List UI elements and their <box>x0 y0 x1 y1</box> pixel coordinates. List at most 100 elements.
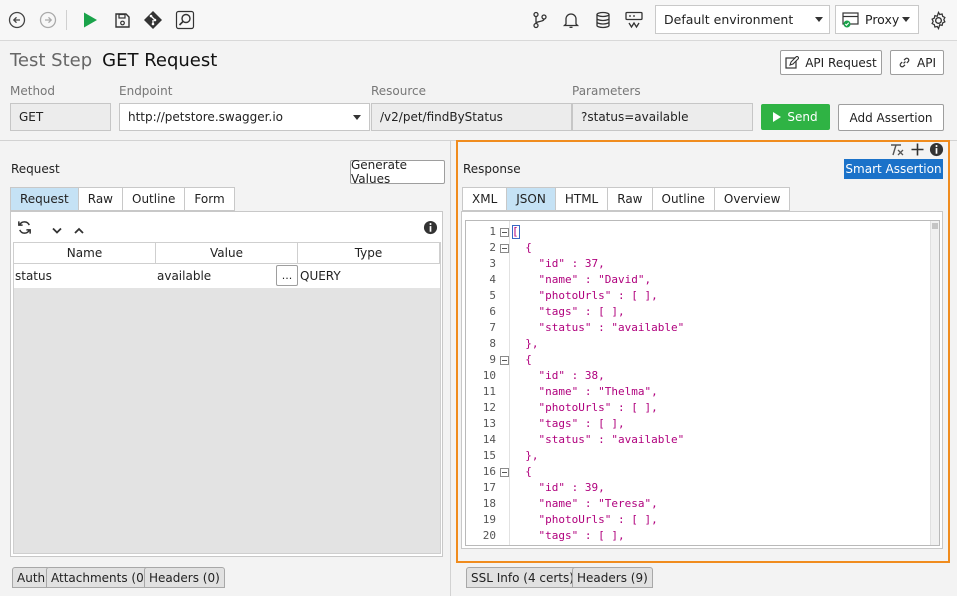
link-icon <box>898 56 911 69</box>
tab-outline[interactable]: Outline <box>651 187 714 211</box>
line-number: 14 <box>482 433 496 446</box>
smart-assertion-button[interactable]: Smart Assertion <box>844 159 943 179</box>
code-line: { <box>512 353 532 366</box>
add-assertion-button[interactable]: Add Assertion <box>838 104 944 131</box>
save-icon[interactable] <box>110 8 134 32</box>
column-header-name[interactable]: Name <box>14 243 156 264</box>
environment-select[interactable]: Default environment <box>655 5 830 34</box>
tab-auth[interactable]: Auth <box>12 567 51 588</box>
code-line: "name" : "David", <box>512 273 652 286</box>
tab-request-headers[interactable]: Headers (0) <box>144 567 225 588</box>
tab-request[interactable]: Request <box>10 187 78 211</box>
code-line: "tags" : [ ], <box>512 529 625 542</box>
vertical-scrollbar[interactable] <box>930 221 939 545</box>
method-field[interactable]: GET <box>10 103 111 131</box>
method-value: GET <box>19 110 44 124</box>
line-number: 18 <box>482 497 496 510</box>
back-arrow-icon[interactable] <box>5 8 29 32</box>
fold-toggle-icon[interactable] <box>500 244 509 253</box>
tab-raw[interactable]: Raw <box>77 187 122 211</box>
line-number: 15 <box>482 449 496 462</box>
git-icon[interactable] <box>141 8 165 32</box>
play-icon[interactable] <box>78 8 102 32</box>
code-line: "photoUrls" : [ ], <box>512 289 658 302</box>
api-button[interactable]: API <box>890 50 944 75</box>
tab-attachments[interactable]: Attachments (0) <box>46 567 154 588</box>
scrollbar-thumb[interactable] <box>932 223 938 229</box>
tab-ssl-info[interactable]: SSL Info (4 certs) <box>466 567 579 588</box>
panel-splitter[interactable] <box>450 140 451 596</box>
tab-form[interactable]: Form <box>184 187 235 211</box>
tab-overview[interactable]: Overview <box>713 187 791 211</box>
param-value-cell[interactable]: available <box>156 264 274 288</box>
parameters-field[interactable]: ?status=available <box>572 103 753 131</box>
parameters-label: Parameters <box>572 84 641 98</box>
proxy-button[interactable]: Proxy <box>835 5 919 34</box>
environment-value: Default environment <box>664 12 794 27</box>
line-number: 6 <box>489 305 496 318</box>
bell-icon[interactable] <box>559 8 583 32</box>
tab-raw[interactable]: Raw <box>607 187 652 211</box>
code-line: "id" : 37, <box>512 257 605 270</box>
line-number: 19 <box>482 513 496 526</box>
code-line: }, <box>512 449 539 462</box>
column-header-type[interactable]: Type <box>298 243 440 264</box>
database-icon[interactable] <box>591 8 615 32</box>
line-number: 10 <box>482 369 496 382</box>
chevron-down-icon <box>815 17 823 22</box>
tab-outline[interactable]: Outline <box>122 187 185 211</box>
generate-values-label: Generate Values <box>351 158 408 186</box>
api-request-button[interactable]: API Request <box>780 50 882 75</box>
code-line: "tags" : [ ], <box>512 417 625 430</box>
page-title: Test Step GET Request <box>10 50 217 76</box>
gear-icon[interactable] <box>926 8 950 32</box>
search-icon[interactable] <box>173 8 197 32</box>
request-tabs: Request Raw Outline Form <box>10 187 235 211</box>
info-icon[interactable] <box>423 220 438 238</box>
line-number: 3 <box>489 257 496 270</box>
line-number: 4 <box>489 273 496 286</box>
parameters-value: ?status=available <box>581 110 689 124</box>
code-line: "id" : 39, <box>512 481 605 494</box>
chevron-down-icon[interactable] <box>353 115 361 120</box>
test-step-type-label: Test Step <box>10 50 93 71</box>
endpoint-field[interactable]: http://petstore.swagger.io <box>119 103 370 131</box>
tab-html[interactable]: HTML <box>554 187 608 211</box>
clear-format-icon[interactable] <box>890 143 904 159</box>
line-number: 7 <box>489 321 496 334</box>
json-response-editor[interactable]: 1 2 3 4 5 6 7 8 9 10 11 12 13 14 15 16 17 18 19 20 [ { "id"… <box>465 220 940 546</box>
mock-service-icon[interactable] <box>622 8 646 32</box>
response-panel-title: Response <box>463 162 521 176</box>
generate-values-button[interactable]: Generate Values <box>350 158 445 186</box>
edit-icon <box>785 55 800 70</box>
method-label: Method <box>10 84 56 98</box>
code-line: "photoUrls" : [ ], <box>512 513 658 526</box>
tab-json[interactable]: JSON <box>506 187 555 211</box>
code-line: "id" : 38, <box>512 369 605 382</box>
branch-icon[interactable] <box>528 8 552 32</box>
line-number: 13 <box>482 417 496 430</box>
play-icon <box>773 112 782 122</box>
line-number: 11 <box>482 385 496 398</box>
tab-response-headers[interactable]: Headers (9) <box>572 567 653 588</box>
chevron-down-icon[interactable] <box>52 224 62 238</box>
line-number: 2 <box>489 241 496 254</box>
param-value-more-button[interactable]: ... <box>276 265 298 286</box>
refresh-icon[interactable] <box>16 219 33 239</box>
code-line: "photoUrls" : [ ], <box>512 401 658 414</box>
forward-arrow-icon[interactable] <box>36 8 60 32</box>
param-type-cell[interactable]: QUERY <box>299 264 439 288</box>
fold-toggle-icon[interactable] <box>500 228 509 237</box>
send-button[interactable]: Send <box>761 104 830 130</box>
info-icon[interactable] <box>929 142 944 160</box>
fold-toggle-icon[interactable] <box>500 356 509 365</box>
add-icon[interactable] <box>911 143 924 159</box>
tab-xml[interactable]: XML <box>462 187 507 211</box>
param-name-cell[interactable]: status <box>14 264 154 288</box>
fold-toggle-icon[interactable] <box>500 468 509 477</box>
api-label: API <box>917 55 936 70</box>
chevron-up-icon[interactable] <box>74 224 84 238</box>
code-line: "name" : "Thelma", <box>512 385 658 398</box>
resource-field[interactable]: /v2/pet/findByStatus <box>371 103 572 131</box>
column-header-value[interactable]: Value <box>156 243 298 264</box>
